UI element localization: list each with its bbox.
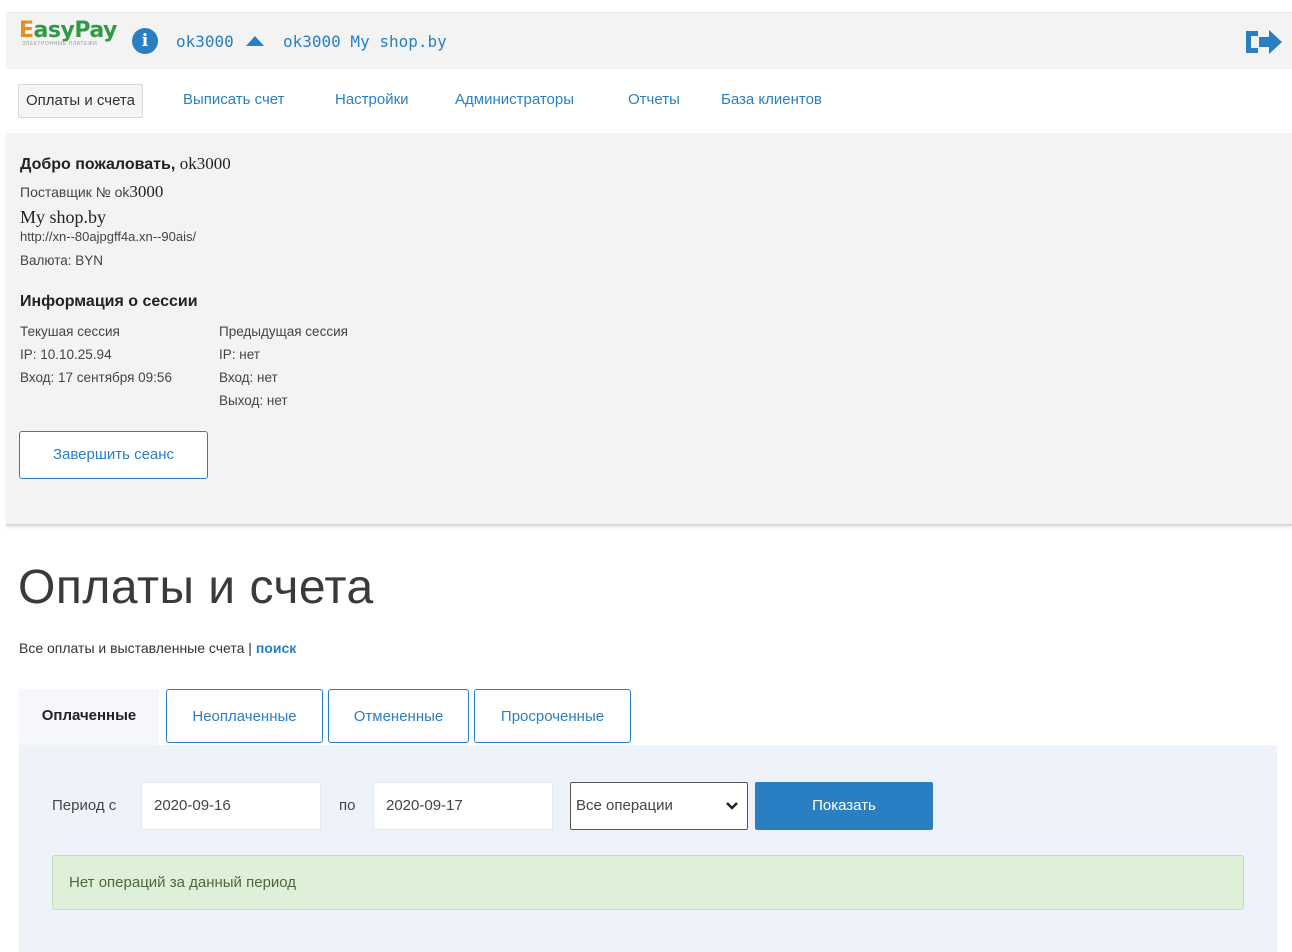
nav-item-admins[interactable]: Администраторы [455,84,574,116]
operations-select[interactable]: Все операции [570,782,748,830]
top-bar: EasyPay ЭЛЕКТРОННЫЕ ПЛАТЕЖИ i ok3000 ok3… [6,12,1292,69]
search-link[interactable]: поиск [256,640,296,656]
caret-up-icon[interactable] [246,36,264,46]
nav-item-payments[interactable]: Оплаты и счета [18,84,143,118]
tab-cancelled[interactable]: Отмененные [328,689,469,743]
currency-label: Валюта: BYN [20,253,104,268]
user-id-label[interactable]: ok3000 [176,32,234,51]
shop-label[interactable]: ok3000 My shop.by [283,32,447,51]
previous-session-title: Предыдущая сессия [219,324,348,339]
session-heading: Информация о сессии [20,293,198,310]
account-panel: Добро пожаловать, ok3000 Поставщик № ok3… [6,133,1292,526]
period-from-label: Период с [52,797,117,814]
tab-overdue[interactable]: Просроченные [474,689,631,743]
info-icon[interactable]: i [132,28,158,54]
filter-panel: Период с 2020-09-16 по 2020-09-17 Все оп… [19,745,1277,952]
nav-item-settings[interactable]: Настройки [335,84,409,116]
supplier-number: Поставщик № ok3000 [20,182,164,201]
show-button[interactable]: Показать [755,782,933,830]
nav-item-reports[interactable]: Отчеты [628,84,680,116]
easypay-logo[interactable]: EasyPay ЭЛЕКТРОННЫЕ ПЛАТЕЖИ [19,19,117,59]
main-nav: Оплаты и счета Выписать счет Настройки А… [6,69,1292,133]
logo-tagline: ЭЛЕКТРОННЫЕ ПЛАТЕЖИ [22,41,98,47]
previous-session-ip: IP: нет [219,347,260,362]
current-session-title: Текушая сессия [20,324,120,339]
shop-name: My shop.by [20,207,107,227]
page-subtitle: Все оплаты и выставленные счета | поиск [19,640,297,656]
logout-icon[interactable] [1243,29,1285,55]
welcome-text: Добро пожаловать, ok3000 [20,154,231,173]
chevron-down-icon [725,783,739,848]
end-session-button[interactable]: Завершить сеанс [19,431,208,479]
current-session-ip: IP: 10.10.25.94 [20,347,112,362]
previous-session: Предыдущая сессия IP: нет Вход: нет Выхо… [219,320,348,412]
shop-url: http://xn--80ajpgff4a.xn--90ais/ [20,229,197,244]
previous-session-logout: Выход: нет [219,393,288,408]
period-to-label: по [339,797,356,814]
tab-paid[interactable]: Оплаченные [19,689,159,745]
current-session-login: Вход: 17 сентября 09:56 [20,370,172,385]
date-to-input[interactable]: 2020-09-17 [373,782,553,830]
current-session: Текушая сессия IP: 10.10.25.94 Вход: 17 … [20,320,172,389]
date-from-input[interactable]: 2020-09-16 [141,782,321,830]
nav-item-invoice[interactable]: Выписать счет [183,84,285,116]
tab-unpaid[interactable]: Неоплаченные [166,689,323,743]
no-operations-alert: Нет операций за данный период [52,855,1244,910]
page-title: Оплаты и счета [18,561,374,614]
nav-item-clients[interactable]: База клиентов [721,84,822,116]
previous-session-login: Вход: нет [219,370,278,385]
